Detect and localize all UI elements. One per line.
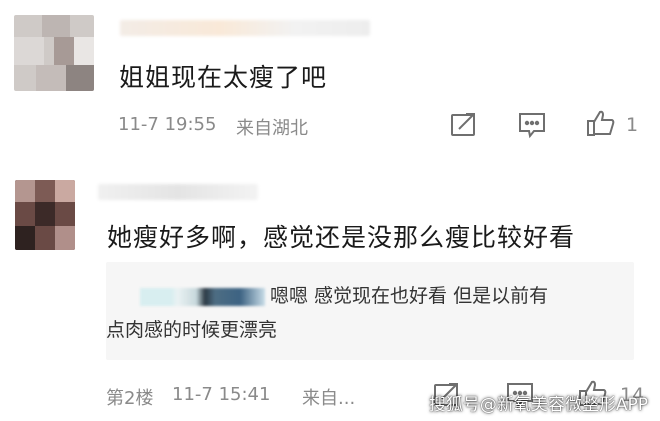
floor-number: 第2楼 (106, 388, 154, 409)
reply-box[interactable]: 嗯嗯 感觉现在也好看 但是以前有 点肉感的时候更漂亮 (106, 262, 634, 360)
watermark: 搜狐号@新氧美容微整形APP (428, 395, 648, 415)
comment-location: 来自... (302, 388, 356, 409)
avatar[interactable] (15, 180, 75, 250)
reply-text-line-2: 点肉感的时候更漂亮 (106, 319, 278, 341)
reply-username-blurred[interactable] (140, 288, 265, 306)
comment-location: 来自湖北 (236, 118, 308, 139)
comment-date: 11-7 19:55 (118, 114, 217, 135)
comment-icon[interactable] (517, 111, 547, 139)
like-count: 1 (626, 114, 639, 136)
comment-text: 她瘦好多啊，感觉还是没那么瘦比较好看 (107, 223, 576, 252)
avatar[interactable] (14, 15, 94, 91)
comment-text: 姐姐现在太瘦了吧 (119, 63, 328, 92)
share-icon[interactable] (449, 111, 479, 139)
comment-date: 11-7 15:41 (172, 384, 271, 405)
reply-text-line-1: 嗯嗯 感觉现在也好看 但是以前有 (270, 285, 549, 307)
username-blurred[interactable] (98, 184, 258, 200)
like-icon[interactable] (586, 109, 616, 137)
username-blurred[interactable] (120, 20, 370, 36)
